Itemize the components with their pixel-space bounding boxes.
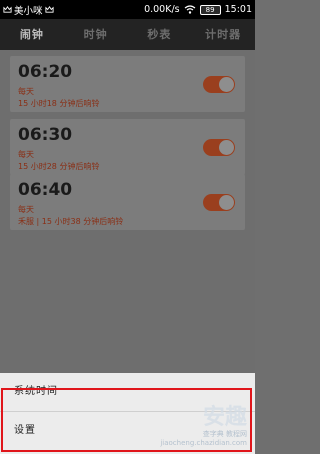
alarm-item[interactable]: 06:40 每天 禾服 | 15 小时38 分钟后响铃	[10, 174, 245, 230]
carrier-text: 美小咪	[14, 5, 43, 17]
crown-icon	[44, 5, 54, 13]
watermark-logo: 安趣	[202, 405, 247, 430]
crown-icon	[3, 5, 12, 13]
tab-bar: 闹钟 时钟 秒表 计时器	[0, 19, 255, 50]
tab-alarm[interactable]: 闹钟	[0, 19, 64, 50]
network-speed: 0.00K/s	[144, 4, 180, 15]
alarm-time: 06:30	[18, 125, 73, 145]
alarm-time: 06:20	[18, 62, 73, 82]
alarm-item[interactable]: 06:30 每天 15 小时28 分钟后响铃	[10, 119, 245, 175]
clock-text: 15:01	[224, 4, 252, 15]
alarm-list: 06:20 每天 15 小时18 分钟后响铃 06:30 每天 15 小时28 …	[0, 50, 255, 373]
alarm-toggle[interactable]	[203, 76, 235, 93]
toggle-knob	[219, 140, 234, 155]
watermark: 安趣 查字典 教程网 jiaocheng.chazidian.com	[160, 406, 247, 448]
toggle-knob	[219, 195, 234, 210]
tab-timer[interactable]: 计时器	[191, 19, 255, 50]
alarm-time: 06:40	[18, 180, 73, 200]
alarm-item[interactable]: 06:20 每天 15 小时18 分钟后响铃	[10, 56, 245, 112]
alarm-countdown: 15 小时28 分钟后响铃	[18, 162, 100, 171]
alarm-repeat: 每天	[18, 87, 34, 96]
alarm-repeat: 每天	[18, 150, 34, 159]
wifi-icon	[184, 5, 195, 14]
watermark-url: jiaocheng.chazidian.com	[160, 439, 247, 447]
alarm-toggle[interactable]	[203, 139, 235, 156]
alarm-toggle[interactable]	[203, 194, 235, 211]
tab-clock[interactable]: 时钟	[64, 19, 128, 50]
status-bar: 美小咪 0.00K/s 89 15:01	[0, 0, 255, 19]
battery-icon: 89	[199, 4, 221, 15]
alarm-countdown: 禾服 | 15 小时38 分钟后响铃	[18, 217, 124, 226]
alarm-repeat: 每天	[18, 205, 34, 214]
alarm-countdown: 15 小时18 分钟后响铃	[18, 99, 100, 108]
watermark-text: 查字典 教程网	[202, 430, 247, 438]
toggle-knob	[219, 77, 234, 92]
tab-stopwatch[interactable]: 秒表	[128, 19, 192, 50]
